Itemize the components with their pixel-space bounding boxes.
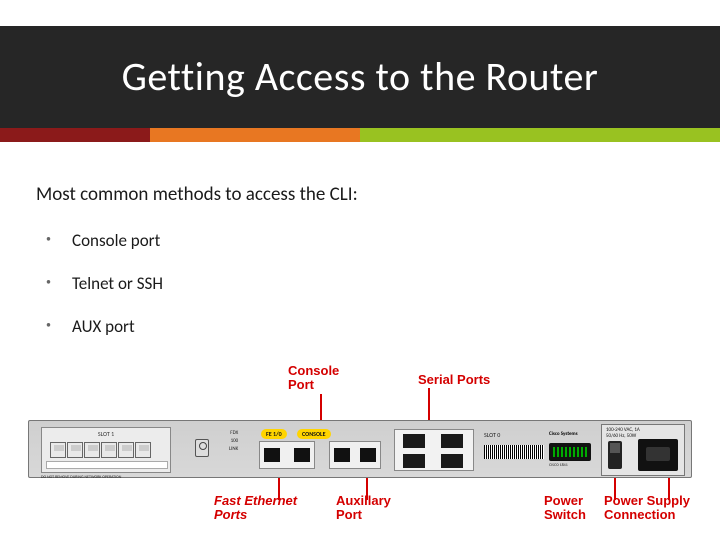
rj45-port: [101, 442, 117, 458]
router-diagram: Console Port Serial Ports SLOT 1 DO NOT …: [28, 396, 692, 510]
bullet-item: AUX port: [46, 316, 163, 337]
lock-icon: [195, 439, 209, 457]
bullet-list: Console port Telnet or SSH AUX port: [46, 218, 163, 359]
rj45-port: [67, 442, 83, 458]
lead-text: Most common methods to access the CLI:: [36, 183, 358, 206]
power-switch-icon: [608, 441, 622, 469]
callout-power-supply: Power Supply Connection: [604, 494, 690, 522]
power-inlet-icon: [638, 439, 678, 471]
serial-block: [394, 429, 474, 471]
fastethernet-block: [259, 441, 315, 469]
slot-info-strip: [46, 461, 168, 469]
power-rating-label: 100-240 VAC, 1A 50/60 Hz, 50W: [606, 427, 640, 439]
barcode-icon: [484, 445, 544, 459]
callout-power-switch: Power Switch: [544, 494, 586, 522]
expansion-slot: SLOT 1: [41, 427, 171, 473]
serial-port: [441, 434, 463, 448]
label-fe: FE 1/0: [261, 429, 287, 439]
fe-port: [294, 448, 310, 462]
callout-console: Console Port: [288, 364, 339, 392]
label-console: CONSOLE: [297, 429, 331, 439]
rj45-port: [50, 442, 66, 458]
bullet-item: Console port: [46, 230, 163, 251]
accent-stripe: [0, 128, 720, 142]
leader-line: [428, 388, 430, 422]
brand-logo-icon: [549, 443, 591, 461]
do-not-remove-label: DO NOT REMOVE DURING NETWORK OPERATION: [41, 475, 121, 480]
fe-port: [264, 448, 280, 462]
console-port: [334, 448, 350, 462]
serial-port: [403, 434, 425, 448]
power-module: 100-240 VAC, 1A 50/60 Hz, 50W: [601, 424, 685, 476]
callout-fastethernet: Fast Ethernet Ports: [214, 494, 297, 522]
aux-port: [360, 448, 376, 462]
model-label: CISCO 1841: [549, 463, 568, 468]
rj45-port: [135, 442, 151, 458]
callout-serial: Serial Ports: [418, 372, 490, 387]
slide-title: Getting Access to the Router: [0, 52, 720, 101]
brand-label: Cisco Systems: [549, 431, 578, 437]
serial-port: [403, 454, 425, 468]
console-aux-block: [329, 441, 381, 469]
slot-label: SLOT 1: [42, 430, 170, 438]
rj45-port: [84, 442, 100, 458]
bullet-item: Telnet or SSH: [46, 273, 163, 294]
slot0-label: SLOT 0: [484, 431, 500, 439]
callout-aux: Auxillary Port: [336, 494, 391, 522]
rj45-port: [118, 442, 134, 458]
router-chassis: SLOT 1 DO NOT REMOVE DURING NETWORK OPER…: [28, 420, 692, 478]
serial-port: [441, 454, 463, 468]
leader-line: [320, 394, 322, 420]
led-labels: FDX 100 LINK: [229, 429, 238, 453]
